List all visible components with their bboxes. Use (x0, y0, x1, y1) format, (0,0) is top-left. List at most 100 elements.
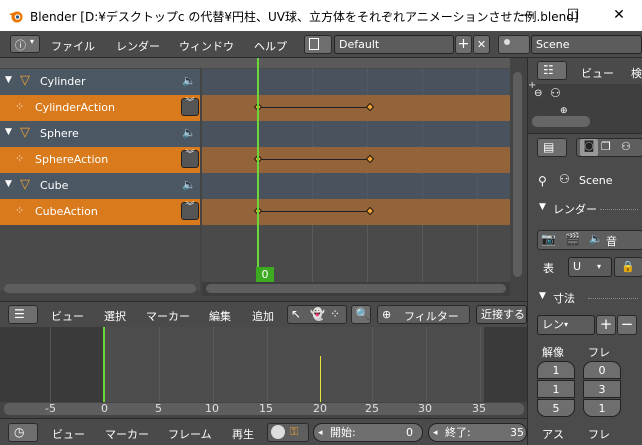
close-button[interactable]: ✕ (596, 0, 642, 31)
resolution-x-field[interactable]: 1 (537, 361, 575, 379)
delete-layout-button[interactable]: ✕ (473, 35, 490, 54)
filter-toggle-group[interactable]: ↖ 👻 ⁘ (287, 305, 347, 324)
window-title: Blender [D:¥デスクトップc の代替¥円柱、UV球、立方体をそれぞれア… (30, 10, 579, 24)
record-icon[interactable] (271, 425, 285, 439)
channel-object-sphere[interactable]: ▼ ▽ Sphere 🔈 (0, 121, 200, 147)
menu-select[interactable]: 選択 (104, 308, 126, 324)
collapse-chevron-icon[interactable]: ︾ (181, 202, 199, 220)
context-scene-label: Scene (579, 174, 613, 187)
decrement-icon[interactable]: ◂ (318, 424, 323, 442)
minimize-button[interactable]: — (504, 0, 550, 31)
render-image-icon[interactable]: 📷 (541, 232, 556, 246)
cursor-icon[interactable]: ↖ (291, 307, 301, 321)
editor-type-button[interactable]: ☷ (537, 61, 567, 80)
lock-interface-button[interactable]: 🔒 (614, 257, 642, 277)
menu-render[interactable]: レンダー (116, 38, 160, 54)
frame-start-field[interactable]: 0 (583, 361, 621, 379)
editor-type-button[interactable]: ▤ (537, 138, 567, 157)
scene-props-icon[interactable]: ⚇ (621, 140, 631, 153)
filter-button[interactable]: ⊕ フィルター (377, 305, 470, 324)
timeline-playhead[interactable] (103, 327, 105, 402)
ghost-icon[interactable]: 👻 (310, 307, 325, 321)
dopesheet-icon: ☰ (14, 307, 25, 321)
channel-action-sphere[interactable]: ⁘ SphereAction ︾ (0, 147, 200, 173)
menu-view[interactable]: ビュー (581, 65, 614, 81)
render-animation-icon[interactable]: 🎬 (565, 232, 580, 246)
scene-browse-button[interactable] (498, 35, 530, 54)
menu-window[interactable]: ウィンドウ (179, 38, 234, 54)
render-section-header[interactable]: レンダー (553, 201, 597, 217)
channel-action-cylinder[interactable]: ⁘ CylinderAction ︾ (0, 95, 200, 121)
outliner-tree[interactable]: ⊖ ⚇ ⊕ (528, 84, 642, 133)
keying-icon[interactable]: ⚿ (290, 425, 298, 439)
action-icon[interactable]: ⁘ (330, 307, 340, 321)
timeline-canvas[interactable] (104, 327, 484, 402)
display-mode-field[interactable]: U ▾ (568, 257, 612, 277)
expand-icon[interactable]: ⊕ (560, 106, 568, 116)
collapse-chevron-icon[interactable]: ︾ (181, 98, 199, 116)
channel-label: CylinderAction (35, 101, 115, 114)
channel-object-cylinder[interactable]: ▼ ▽ Cylinder 🔈 (0, 69, 200, 95)
render-layers-icon[interactable]: ❐ (601, 140, 611, 153)
menu-view[interactable]: ビュー (51, 308, 84, 324)
area-join-icon[interactable]: + (528, 80, 536, 91)
resolution-percent-field[interactable]: 5 (537, 399, 575, 417)
disclosure-triangle-icon[interactable]: ▼ (539, 202, 546, 212)
scene-name-field[interactable]: Scene (531, 35, 642, 54)
outliner-editor: ☷ ビュー 検 ⊖ ⚇ ⊕ + (527, 58, 642, 133)
display-label: 表 (543, 262, 554, 275)
editor-type-button[interactable]: ☰ (8, 305, 38, 324)
context-tabs[interactable]: ◙ ❐ ⚇ (576, 138, 642, 157)
render-preset-field[interactable]: レン ▾ (537, 315, 595, 335)
speaker-icon[interactable]: 🔈 (182, 126, 196, 139)
add-preset-button[interactable]: + (596, 315, 616, 335)
start-frame-field[interactable]: ◂ 開始: 0 (313, 423, 423, 442)
decrement-icon[interactable]: ◂ (433, 424, 438, 442)
resolution-y-field[interactable]: 1 (537, 380, 575, 398)
keyframe-marker (320, 356, 321, 402)
menu-marker[interactable]: マーカー (105, 426, 149, 442)
pin-icon[interactable]: ⚲ (538, 174, 547, 188)
outliner-scrollbar[interactable] (532, 116, 590, 127)
menu-frame[interactable]: フレーム (168, 426, 212, 442)
speaker-icon[interactable]: 🔈 (182, 74, 196, 87)
vertical-scrollbar[interactable] (513, 72, 522, 277)
render-buttons[interactable]: 📷 🎬 🔈 音 (537, 230, 642, 250)
editor-type-button[interactable]: ⓘ ▾ (10, 35, 40, 53)
screen-layout-button[interactable] (304, 35, 332, 54)
menu-edit[interactable]: 編集 (209, 308, 231, 324)
dimensions-section-header[interactable]: 寸法 (553, 290, 575, 306)
disclosure-triangle-icon: ▼ (5, 75, 12, 85)
speaker-icon[interactable]: 🔈 (589, 232, 603, 245)
magnifier-icon[interactable]: 🔍 (351, 305, 371, 324)
channel-object-cube[interactable]: ▼ ▽ Cube 🔈 (0, 173, 200, 199)
layout-icon (309, 38, 319, 50)
frame-end-field[interactable]: 3 (583, 380, 621, 398)
menu-marker[interactable]: マーカー (146, 308, 190, 324)
layout-name-field[interactable]: Default (334, 35, 454, 54)
speaker-icon[interactable]: 🔈 (182, 178, 196, 191)
remove-preset-button[interactable]: − (617, 315, 637, 335)
menu-playback[interactable]: 再生 (232, 426, 254, 442)
add-layout-button[interactable]: + (455, 35, 472, 54)
editor-type-button[interactable]: ◷ (8, 423, 38, 442)
maximize-button[interactable]: ☐ (550, 0, 596, 31)
scene-icon (504, 39, 510, 45)
resolution-label: 解像 (542, 346, 564, 359)
horizontal-scrollbar[interactable] (206, 284, 506, 293)
menu-view[interactable]: ビュー (52, 426, 85, 442)
menu-file[interactable]: ファイル (51, 38, 95, 54)
frame-step-field[interactable]: 1 (583, 399, 621, 417)
playback-toggle-group[interactable]: ⚿ (267, 423, 309, 442)
disclosure-triangle-icon[interactable]: ▼ (539, 291, 546, 301)
camera-icon[interactable]: ◙ (580, 139, 598, 156)
channel-action-cube[interactable]: ⁘ CubeAction ︾ (0, 199, 200, 225)
snap-mode-field[interactable]: 近接する (476, 305, 527, 324)
end-frame-field[interactable]: ◂ 終了: 35 (428, 423, 527, 442)
playhead[interactable] (257, 58, 259, 276)
chevron-down-icon: ▾ (597, 262, 602, 271)
channel-scrollbar[interactable] (4, 284, 196, 293)
menu-add[interactable]: 追加 (252, 308, 274, 324)
menu-help[interactable]: ヘルプ (254, 38, 287, 54)
collapse-chevron-icon[interactable]: ︾ (181, 150, 199, 168)
